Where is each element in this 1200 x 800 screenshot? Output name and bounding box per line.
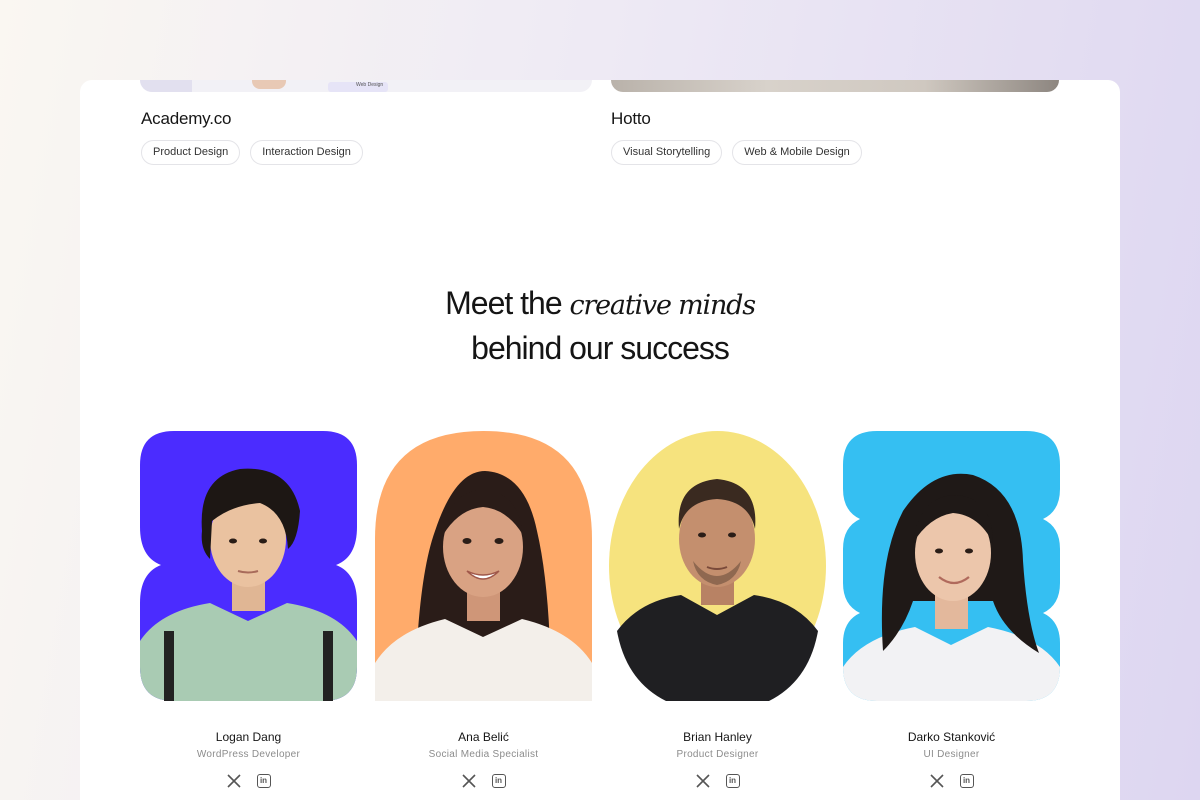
member-role: Social Media Specialist <box>428 749 539 760</box>
linkedin-icon[interactable]: in <box>959 773 975 789</box>
tag-pill[interactable]: Web & Mobile Design <box>732 140 862 165</box>
avatar <box>375 431 592 701</box>
project-thumbnail-hotto[interactable] <box>611 80 1059 92</box>
heading-italic-text: creative minds <box>569 290 757 321</box>
x-icon[interactable] <box>929 773 945 789</box>
linkedin-icon[interactable]: in <box>256 773 272 789</box>
project-title-academy[interactable]: Academy.co <box>141 109 231 129</box>
x-icon[interactable] <box>461 773 477 789</box>
x-icon[interactable] <box>226 773 242 789</box>
avatar <box>140 431 357 701</box>
member-role: Product Designer <box>676 749 759 760</box>
project-title-hotto[interactable]: Hotto <box>611 109 651 129</box>
tag-pill[interactable]: Visual Storytelling <box>611 140 723 165</box>
member-role: WordPress Developer <box>196 749 301 760</box>
linkedin-icon[interactable]: in <box>491 773 507 789</box>
member-role: UI Designer <box>923 749 980 760</box>
project-tags-hotto: Visual Storytelling Web & Mobile Design <box>611 140 862 165</box>
content-card: Web Design Academy.co Product Design Int… <box>80 80 1120 800</box>
social-links: in <box>375 773 592 789</box>
team-member-card: Darko Stanković UI Designer in <box>843 431 1060 789</box>
member-name: Brian Hanley <box>683 730 752 744</box>
avatar <box>609 431 826 701</box>
linkedin-icon[interactable]: in <box>725 773 741 789</box>
member-name: Ana Belić <box>458 730 509 744</box>
social-links: in <box>140 773 357 789</box>
social-links: in <box>843 773 1060 789</box>
project-thumbnail-academy[interactable]: Web Design <box>140 80 592 92</box>
social-links: in <box>609 773 826 789</box>
project-tags-academy: Product Design Interaction Design <box>141 140 363 165</box>
member-name: Darko Stanković <box>907 730 996 744</box>
heading-line-2: behind our success <box>471 330 730 366</box>
team-member-card: Brian Hanley Product Designer in <box>609 431 826 789</box>
x-icon[interactable] <box>695 773 711 789</box>
avatar <box>843 431 1060 701</box>
team-member-card: Logan Dang WordPress Developer in <box>140 431 357 789</box>
heading-text: Meet the <box>445 285 570 321</box>
team-section-heading: Meet the creative minds behind our succe… <box>80 282 1120 369</box>
member-name: Logan Dang <box>215 730 282 744</box>
tag-pill[interactable]: Interaction Design <box>250 140 363 165</box>
team-member-card: Ana Belić Social Media Specialist in <box>375 431 592 789</box>
thumbnail-label: Web Design <box>356 82 384 88</box>
tag-pill[interactable]: Product Design <box>141 140 241 165</box>
